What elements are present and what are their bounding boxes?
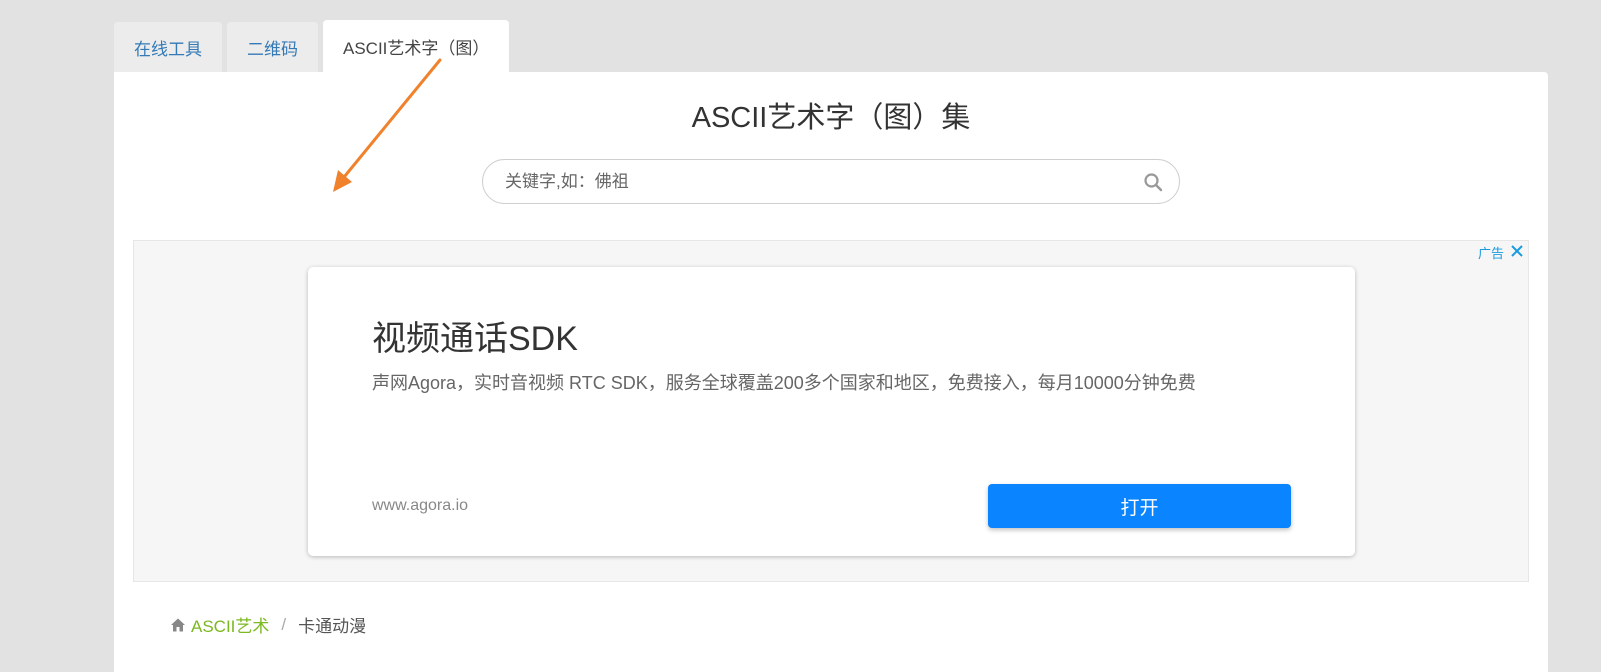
close-icon[interactable] [1509, 243, 1525, 259]
ad-open-button[interactable]: 打开 [988, 484, 1291, 528]
home-icon [171, 618, 185, 631]
tab-label: 二维码 [247, 39, 298, 59]
breadcrumb-current: 卡通动漫 [298, 617, 367, 636]
tab-online-tools[interactable]: 在线工具 [114, 22, 222, 72]
ad-title: 视频通话SDK [372, 320, 578, 358]
tab-bar: 在线工具 二维码 ASCII艺术字（图） [114, 20, 514, 72]
ad-label: 广告 [1477, 246, 1504, 261]
tab-label: 在线工具 [134, 39, 202, 59]
ad-domain[interactable]: www.agora.io [372, 497, 468, 515]
breadcrumb-separator: / [281, 614, 287, 634]
ad-card[interactable]: 视频通话SDK 声网Agora，实时音视频 RTC SDK，服务全球覆盖200多… [308, 267, 1355, 556]
main-panel: ASCII艺术字（图）集 广告 视频通话SDK 声网Agora，实时音视频 RT… [114, 72, 1548, 672]
search-icon[interactable] [1143, 172, 1163, 192]
search-input[interactable] [503, 160, 1123, 203]
tab-label: ASCII艺术字（图） [343, 38, 490, 58]
breadcrumb-root-link[interactable]: ASCII艺术 [191, 612, 269, 637]
search-box [482, 159, 1180, 204]
tab-qrcode[interactable]: 二维码 [227, 22, 318, 72]
tab-ascii-art[interactable]: ASCII艺术字（图） [323, 20, 510, 72]
page-title: ASCII艺术字（图）集 [691, 102, 971, 134]
ad-frame: 广告 视频通话SDK 声网Agora，实时音视频 RTC SDK，服务全球覆盖2… [133, 240, 1529, 582]
breadcrumb: ASCII艺术 / 卡通动漫 [170, 612, 366, 637]
ad-description: 声网Agora，实时音视频 RTC SDK，服务全球覆盖200多个国家和地区，免… [372, 373, 1196, 393]
